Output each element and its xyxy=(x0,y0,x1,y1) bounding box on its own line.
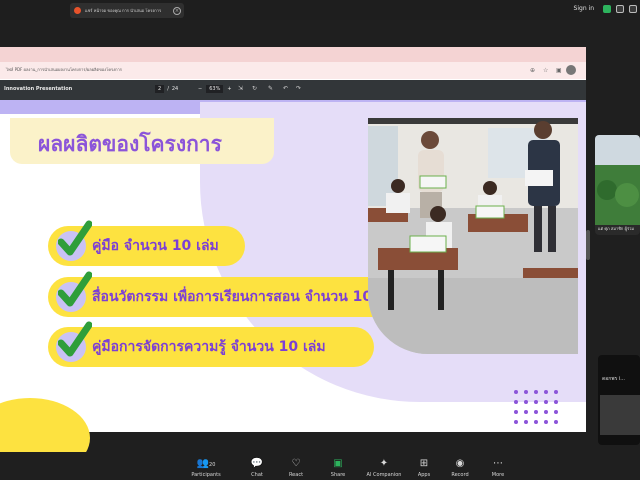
shield-icon[interactable] xyxy=(603,5,611,13)
apps-button[interactable]: ⊞ Apps xyxy=(404,458,444,478)
zoom-icon[interactable]: ⊕ xyxy=(530,67,535,74)
classroom-photo-illustration xyxy=(368,118,578,354)
rotate-icon[interactable]: ↻ xyxy=(252,85,257,92)
record-label: Record xyxy=(451,472,469,478)
participants-button[interactable]: 👥20 Participants xyxy=(186,458,226,478)
react-button[interactable]: ♡ React xyxy=(276,458,316,478)
apps-icon: ⊞ xyxy=(419,458,429,469)
list-item-label: คู่มือการจัดการความรู้ จำนวน 10 เล่ม xyxy=(92,339,326,355)
fullscreen-icon[interactable] xyxy=(629,5,637,13)
panel-scrollbar[interactable] xyxy=(586,230,590,260)
list-item: คู่มือ จำนวน 10 เล่ม xyxy=(48,220,245,266)
redo-icon[interactable]: ↷ xyxy=(296,85,301,92)
check-icon xyxy=(58,271,92,307)
share-status-tab[interactable]: แชร์ หน้าจอ ของคุณ การ นำเสนอ โครงการ × xyxy=(70,3,184,18)
draw-icon[interactable]: ✎ xyxy=(268,85,273,92)
pdf-title: Innovation Presentation xyxy=(4,86,73,92)
close-icon[interactable]: × xyxy=(173,6,181,15)
share-tab-title: แชร์ หน้าจอ ของคุณ การ นำเสนอ โครงการ xyxy=(85,8,162,13)
participant-name: แต่ ศุภ สมาชิก ผู้ร่วม xyxy=(598,226,635,231)
url-text[interactable]: ไฟล์ PDF ผลงาน_การนำเสนอผลงานโครงการ/ผลผ… xyxy=(6,66,122,73)
fit-page-icon[interactable]: ⇲ xyxy=(238,85,243,92)
participants-count: 20 xyxy=(209,462,216,468)
participant-video-tile[interactable] xyxy=(595,135,640,235)
zoom-in-icon[interactable]: + xyxy=(227,86,231,92)
browser-address-bar[interactable]: ไฟล์ PDF ผลงาน_การนำเสนอผลงานโครงการ/ผลผ… xyxy=(0,62,586,79)
chat-label: Chat xyxy=(251,472,263,478)
check-icon xyxy=(58,220,92,256)
record-icon: ◉ xyxy=(455,458,465,469)
participants-label: Participants xyxy=(191,472,221,478)
list-item: คู่มือการจัดการความรู้ จำนวน 10 เล่ม xyxy=(48,321,374,367)
sharing-dot-icon xyxy=(74,7,81,14)
star-icon[interactable]: ☆ xyxy=(543,67,548,74)
ai-companion-button[interactable]: ✦ AI Companion xyxy=(362,458,406,478)
list-item-label: คู่มือ จำนวน 10 เล่ม xyxy=(92,238,219,254)
participant-video xyxy=(595,135,640,225)
decorative-dot-grid xyxy=(514,390,558,424)
tile-label: ดอกพร i... xyxy=(602,376,626,382)
more-icon: ⋯ xyxy=(493,458,503,469)
ai-companion-label: AI Companion xyxy=(366,472,402,478)
participants-icon: 👥20 xyxy=(196,458,216,469)
browser-tab-strip xyxy=(0,47,586,62)
share-button[interactable]: ▣ Share xyxy=(318,458,358,478)
zoom-level[interactable]: 63% xyxy=(206,85,224,93)
classroom-photo xyxy=(368,118,578,354)
list-item-label: สื่อนวัตกรรม เพื่อการเรียนการสอน จำนวน 1… xyxy=(92,289,397,305)
layout-icon[interactable] xyxy=(616,5,624,13)
page-total: 24 xyxy=(171,86,179,92)
share-label: Share xyxy=(330,472,346,478)
page-separator: / xyxy=(167,86,169,92)
heart-icon: ♡ xyxy=(291,458,301,469)
check-icon xyxy=(58,321,92,357)
more-button[interactable]: ⋯ More xyxy=(478,458,518,478)
pdf-toolbar: Innovation Presentation 2 / 24 − 63% + ⇲… xyxy=(0,80,586,100)
chat-button[interactable]: 💬 Chat xyxy=(237,458,277,478)
record-button[interactable]: ◉ Record xyxy=(440,458,480,478)
share-icon: ▣ xyxy=(333,458,343,469)
extension-icon[interactable]: ▣ xyxy=(556,67,562,74)
undo-icon[interactable]: ↶ xyxy=(283,85,288,92)
zoom-control[interactable]: − 63% + xyxy=(198,85,232,93)
second-video-tile[interactable]: ดอกพร i... xyxy=(598,355,640,445)
react-label: React xyxy=(288,472,304,478)
zoom-out-icon[interactable]: − xyxy=(198,86,202,92)
tile-video xyxy=(600,395,640,435)
sign-in-link[interactable]: Sign in xyxy=(574,5,594,12)
apps-label: Apps xyxy=(417,472,431,478)
page-indicator[interactable]: 2 / 24 xyxy=(155,85,178,93)
chat-icon: 💬 xyxy=(250,458,264,469)
avatar[interactable] xyxy=(566,65,576,75)
sparkle-icon: ✦ xyxy=(379,458,389,469)
more-label: More xyxy=(491,472,505,478)
slide-title: ผลผลิตของโครงการ xyxy=(38,132,222,156)
page-current[interactable]: 2 xyxy=(155,85,165,93)
